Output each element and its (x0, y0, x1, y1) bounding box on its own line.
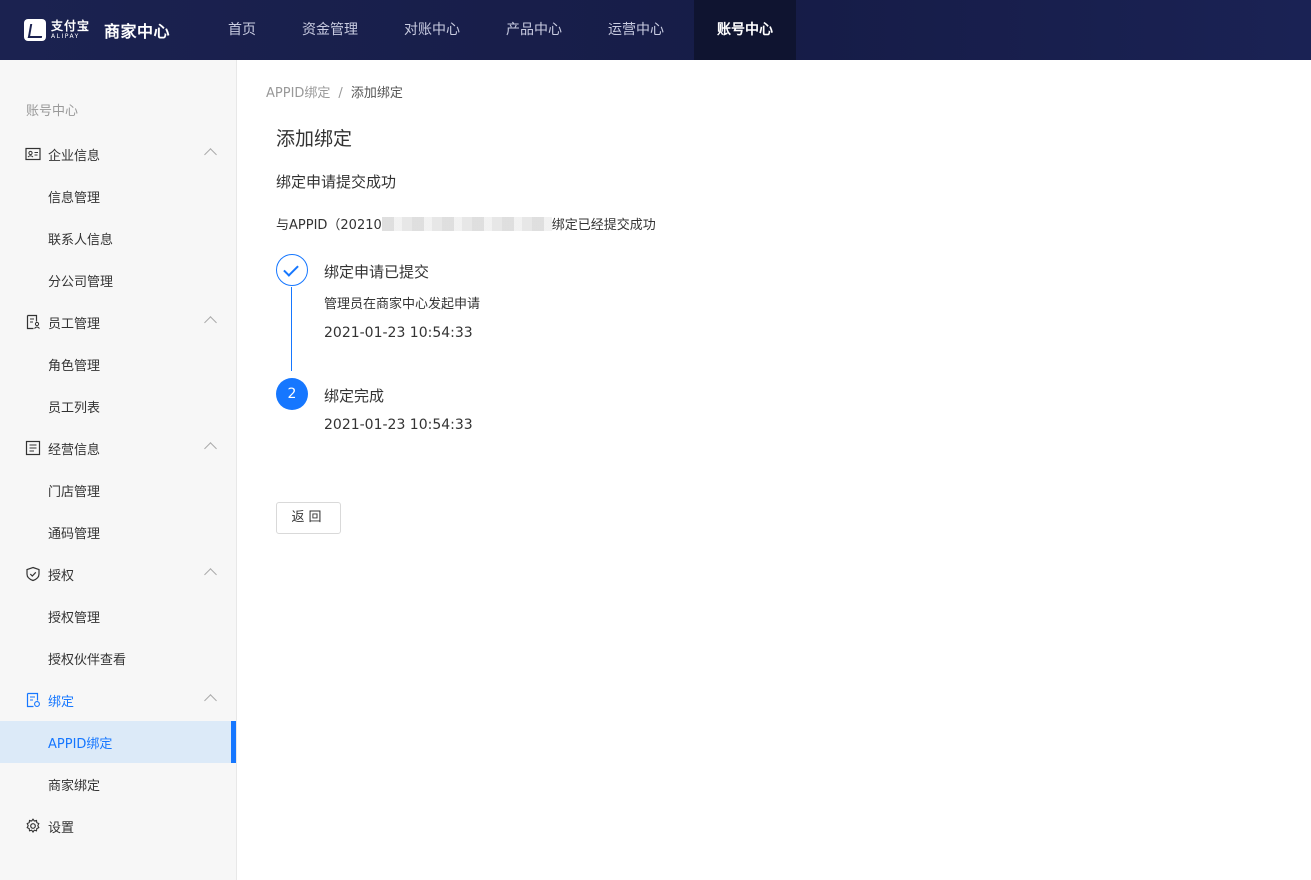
sidebar-item-label: 员工列表 (48, 401, 101, 416)
sidebar-item-contacts[interactable]: 联系人信息 (0, 217, 236, 259)
sidebar-group-settings[interactable]: 设置 (0, 805, 236, 847)
step-1-time: 2021-01-23 10:54:33 (324, 325, 473, 341)
breadcrumb-separator: / (338, 86, 343, 101)
sidebar-item-employee-list[interactable]: 员工列表 (0, 385, 236, 427)
back-button[interactable]: 返回 (276, 502, 341, 534)
step-2-title: 绑定完成 (324, 387, 385, 405)
sidebar-item-auth-management[interactable]: 授权管理 (0, 595, 236, 637)
chevron-up-icon (204, 694, 217, 707)
chevron-up-icon (204, 568, 217, 581)
sidebar-item-merchant-binding[interactable]: 商家绑定 (0, 763, 236, 805)
gear-icon (26, 818, 40, 833)
sidebar: 账号中心 企业信息 信息管理 联系人信息 分公司管理 员工管理 角色管理 员工列… (0, 60, 237, 880)
sidebar-group-label: 绑定 (48, 695, 75, 710)
sidebar-item-label: 角色管理 (48, 359, 101, 374)
nav-reconciliation[interactable]: 对账中心 (374, 0, 490, 60)
chevron-up-icon (204, 316, 217, 329)
logo-cn: 支付宝 (51, 19, 91, 33)
breadcrumb: APPID绑定 / 添加绑定 (266, 82, 403, 101)
sidebar-item-appid-binding[interactable]: APPID绑定 (0, 721, 236, 763)
nav-home[interactable]: 首页 (198, 0, 286, 60)
sidebar-item-branches[interactable]: 分公司管理 (0, 259, 236, 301)
desc-prefix: 与APPID（20210 (276, 218, 382, 233)
step-connector (291, 287, 292, 371)
sidebar-item-codes[interactable]: 通码管理 (0, 511, 236, 553)
top-navbar: 支付宝 ALIPAY 商家中心 首页 资金管理 对账中心 产品中心 运营中心 账… (0, 0, 1311, 60)
sidebar-item-label: APPID绑定 (48, 737, 113, 752)
sidebar-title: 账号中心 (26, 104, 79, 119)
sidebar-item-label: 门店管理 (48, 485, 101, 500)
list-doc-icon (25, 440, 41, 456)
redacted-appid (381, 217, 552, 231)
logo-en: ALIPAY (51, 33, 80, 40)
sidebar-group-business[interactable]: 经营信息 (0, 427, 236, 469)
breadcrumb-current: 添加绑定 (350, 86, 403, 101)
sidebar-group-label: 设置 (48, 821, 75, 836)
nav-account[interactable]: 账号中心 (694, 0, 796, 60)
alipay-logo-icon (24, 19, 46, 41)
sidebar-group-label: 员工管理 (48, 317, 101, 332)
chevron-up-icon (204, 442, 217, 455)
brand[interactable]: 支付宝 ALIPAY 商家中心 (24, 18, 170, 42)
alipay-logo-text: 支付宝 ALIPAY (51, 20, 90, 40)
sidebar-item-label: 授权伙伴查看 (48, 653, 127, 668)
sidebar-item-label: 授权管理 (48, 611, 101, 626)
app-title: 商家中心 (104, 22, 171, 41)
breadcrumb-parent[interactable]: APPID绑定 (266, 86, 330, 101)
nav-funds[interactable]: 资金管理 (286, 0, 374, 60)
desc-suffix: 绑定已经提交成功 (551, 218, 656, 233)
sidebar-group-enterprise[interactable]: 企业信息 (0, 133, 236, 175)
id-card-icon (25, 147, 41, 161)
shield-check-icon (26, 566, 40, 582)
sidebar-item-label: 分公司管理 (48, 275, 114, 290)
sidebar-item-stores[interactable]: 门店管理 (0, 469, 236, 511)
sidebar-group-label: 企业信息 (48, 149, 101, 164)
page-title: 添加绑定 (276, 128, 353, 150)
step-1-title: 绑定申请已提交 (324, 263, 430, 281)
step-2-number: 2 (276, 378, 308, 410)
sidebar-item-roles[interactable]: 角色管理 (0, 343, 236, 385)
step-1-text: 管理员在商家中心发起申请 (324, 297, 481, 312)
nav-products[interactable]: 产品中心 (490, 0, 578, 60)
sidebar-item-info-management[interactable]: 信息管理 (0, 175, 236, 217)
sidebar-item-label: 联系人信息 (48, 233, 114, 248)
sidebar-item-auth-partners[interactable]: 授权伙伴查看 (0, 637, 236, 679)
sidebar-item-label: 商家绑定 (48, 779, 101, 794)
check-icon (283, 261, 299, 277)
sidebar-item-label: 信息管理 (48, 191, 101, 206)
sidebar-group-employees[interactable]: 员工管理 (0, 301, 236, 343)
nav-operations[interactable]: 运营中心 (578, 0, 694, 60)
result-subtitle: 绑定申请提交成功 (276, 173, 397, 191)
sidebar-group-authorization[interactable]: 授权 (0, 553, 236, 595)
step-2-time: 2021-01-23 10:54:33 (324, 417, 473, 433)
step-1-done-icon (276, 254, 308, 286)
chevron-up-icon (204, 148, 217, 161)
main-nav: 首页 资金管理 对账中心 产品中心 运营中心 账号中心 (198, 0, 796, 60)
employee-doc-icon (26, 314, 40, 330)
result-description: 与APPID（20210 绑定已经提交成功 (276, 214, 656, 233)
sidebar-group-binding[interactable]: 绑定 (0, 679, 236, 721)
bind-doc-icon (26, 692, 40, 708)
sidebar-group-label: 授权 (48, 569, 75, 584)
sidebar-group-label: 经营信息 (48, 443, 101, 458)
sidebar-item-label: 通码管理 (48, 527, 101, 542)
